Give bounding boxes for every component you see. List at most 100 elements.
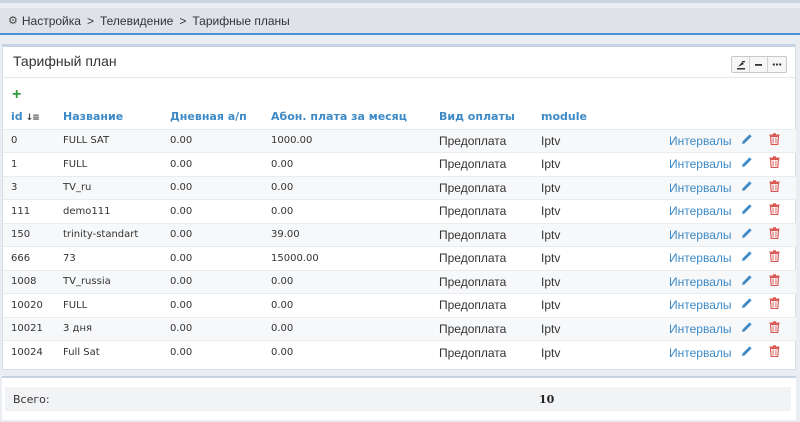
cell-id: 111 [3,199,55,223]
pencil-icon[interactable] [741,181,753,196]
table-row: 1008 TV_russia 0.00 0.00 Предоплата Iptv Интер… [3,269,796,294]
cell-payment: Предоплата [431,246,533,270]
more-icon[interactable] [768,57,786,72]
edit-cell [733,269,761,294]
pencil-icon[interactable] [741,251,753,266]
export-icon[interactable] [732,57,750,72]
column-header-monthly[interactable]: Абон. плата за месяц [263,105,431,129]
table-row: 111 demo111 0.00 0.00 Предоплата Iptv Интервал… [3,199,796,223]
cell-name: TV_russia [55,269,162,294]
column-header-id[interactable]: id ↓≡ [3,105,55,129]
panel-title: Тарифный план [13,53,117,69]
intervals-link[interactable]: Интервалы [661,246,733,270]
cell-payment: Предоплата [431,293,533,317]
cell-payment: Предоплата [431,222,533,247]
trash-icon[interactable] [769,297,780,313]
trash-icon[interactable] [769,321,780,337]
cell-id: 666 [3,246,55,270]
trash-icon[interactable] [769,133,780,149]
cell-payment: Предоплата [431,316,533,341]
pencil-icon[interactable] [741,322,753,337]
cell-name: 73 [55,246,162,270]
cell-monthly: 0.00 [263,152,431,176]
pencil-icon[interactable] [741,275,753,290]
cell-name: FULL SAT [55,128,162,153]
cell-id: 1 [3,152,55,176]
pencil-icon[interactable] [741,204,753,219]
table-row: 3 TV_ru 0.00 0.00 Предоплата Iptv Интервалы [3,175,796,200]
cell-daily: 0.00 [162,340,263,364]
cell-payment: Предоплата [431,269,533,294]
delete-cell [761,246,796,270]
cell-module: Iptv [533,199,661,223]
pencil-icon[interactable] [741,134,753,149]
intervals-link[interactable]: Интервалы [661,293,733,317]
edit-cell [733,175,761,200]
cell-name: FULL [55,293,162,317]
intervals-link[interactable]: Интервалы [661,316,733,341]
intervals-link[interactable]: Интервалы [661,340,733,364]
trash-icon[interactable] [769,227,780,243]
breadcrumb-separator: > [179,13,187,28]
cell-daily: 0.00 [162,152,263,176]
panel-divider [3,77,795,78]
column-header-daily[interactable]: Дневная а/п [162,105,263,129]
pencil-icon[interactable] [741,228,753,243]
cell-payment: Предоплата [431,199,533,223]
plus-icon[interactable]: + [12,87,21,103]
column-header-payment[interactable]: Вид оплаты [431,105,533,129]
table-row: 0 FULL SAT 0.00 1000.00 Предоплата Iptv Интерв… [3,128,796,153]
trash-icon[interactable] [769,180,780,196]
intervals-link[interactable]: Интервалы [661,152,733,176]
footer-panel: Всего: 10 [2,376,796,420]
intervals-link[interactable]: Интервалы [661,175,733,200]
intervals-link[interactable]: Интервалы [661,128,733,153]
breadcrumb-separator: > [86,13,94,28]
intervals-link[interactable]: Интервалы [661,269,733,294]
cell-name: demo111 [55,199,162,223]
cell-id: 3 [3,175,55,200]
cell-daily: 0.00 [162,222,263,247]
table-row: 1 FULL 0.00 0.00 Предоплата Iptv Интервалы [3,152,796,176]
cell-daily: 0.00 [162,316,263,341]
pencil-icon[interactable] [741,345,753,361]
cell-module: Iptv [533,340,661,364]
pencil-icon[interactable] [741,298,753,313]
cell-daily: 0.00 [162,246,263,270]
delete-cell [761,222,796,247]
cell-monthly: 1000.00 [263,128,431,153]
sort-icon[interactable]: ↓≡ [26,113,40,123]
trash-icon[interactable] [769,156,780,172]
table-header-row: id ↓≡ Название Дневная а/п Абон. плата за… [3,105,796,129]
cell-daily: 0.00 [162,269,263,294]
column-header-module[interactable]: module [533,105,661,129]
table-row: 10024 Full Sat 0.00 0.00 Предоплата Iptv Интер… [3,340,796,364]
cell-module: Iptv [533,152,661,176]
delete-cell [761,340,796,364]
breadcrumb-item-tv[interactable]: Телевидение [100,14,173,28]
cell-id: 10024 [3,340,55,364]
cell-monthly: 0.00 [263,175,431,200]
trash-icon[interactable] [769,274,780,290]
delete-cell [761,152,796,176]
trash-icon[interactable] [769,344,780,361]
cell-daily: 0.00 [162,128,263,153]
column-header-name[interactable]: Название [55,105,162,129]
breadcrumb-item-settings[interactable]: Настройка [22,14,81,28]
trash-icon[interactable] [769,250,780,266]
breadcrumb-item-tariffs: Тарифные планы [192,13,290,28]
cell-name: 3 дня [55,316,162,341]
minimize-icon[interactable] [750,57,768,72]
trash-icon[interactable] [769,203,780,219]
cell-name: trinity-standart [55,222,162,247]
intervals-link[interactable]: Интервалы [661,199,733,223]
intervals-link[interactable]: Интервалы [661,222,733,247]
cell-daily: 0.00 [162,293,263,317]
cell-monthly: 0.00 [263,269,431,294]
pencil-icon[interactable] [741,157,753,172]
tariff-panel: Тарифный план + id ↓≡ Название Дневная а/… [2,44,796,370]
total-label: Всего: [13,392,50,406]
cell-monthly: 0.00 [263,293,431,317]
cell-name: TV_ru [55,175,162,200]
breadcrumb: ⚙ Настройка > Телевидение > Тарифные пла… [0,8,800,35]
